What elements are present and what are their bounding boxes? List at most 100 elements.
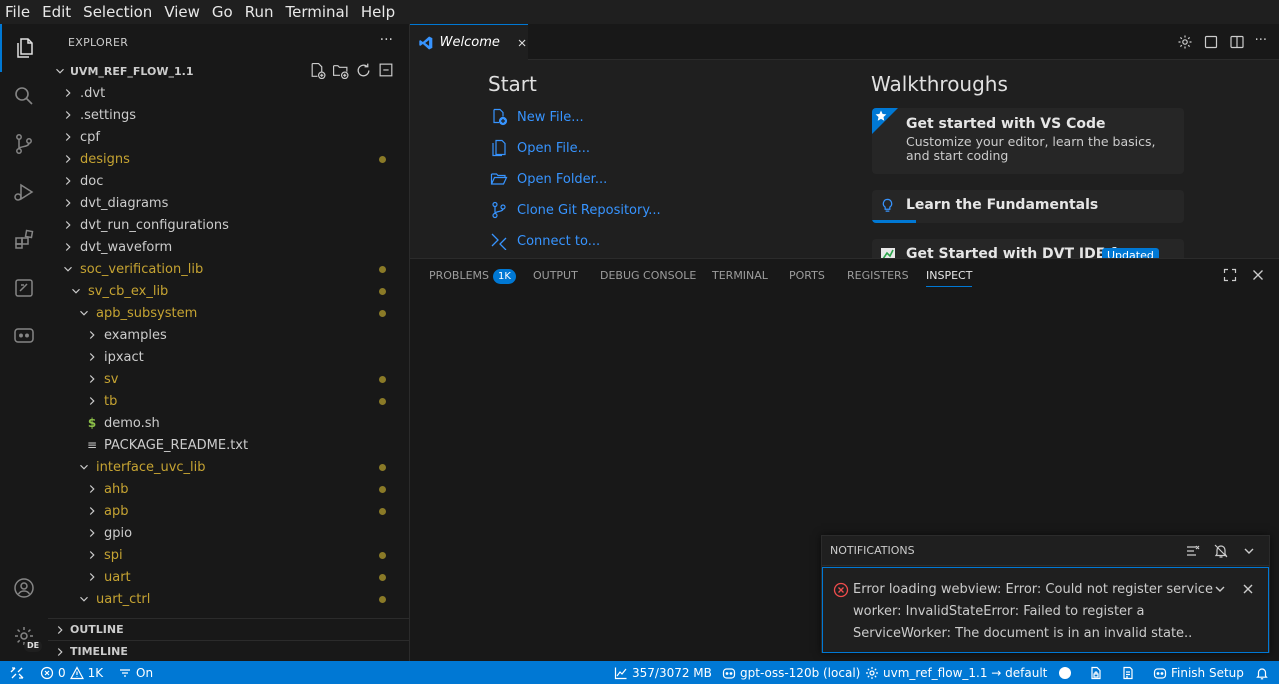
close-icon[interactable] <box>1240 581 1256 597</box>
chevron-down-icon[interactable] <box>1241 543 1257 559</box>
accounts-icon[interactable] <box>0 564 48 612</box>
finish-setup-button[interactable]: Finish Setup <box>1153 661 1244 684</box>
walkthrough-card-fundamentals[interactable]: Learn the Fundamentals <box>872 190 1184 223</box>
tree-folder[interactable]: dvt_diagrams <box>48 192 400 214</box>
remote-indicator[interactable] <box>10 661 24 684</box>
close-icon[interactable] <box>1251 268 1265 282</box>
menu-run[interactable]: Run <box>239 0 280 24</box>
connect-link[interactable]: Connect to... <box>490 230 600 252</box>
chevron-down-icon[interactable] <box>1212 581 1228 597</box>
outline-section[interactable]: OUTLINE <box>48 618 409 640</box>
tree-folder[interactable]: designs <box>48 148 400 170</box>
tree-folder[interactable]: ahb <box>48 478 400 500</box>
tab-debug-console[interactable]: DEBUG CONSOLE <box>600 269 696 287</box>
walkthrough-title: Get Started with DVT IDE f <box>906 246 1117 258</box>
tree-folder[interactable]: apb_subsystem <box>48 302 400 324</box>
clear-all-icon[interactable] <box>1185 543 1201 559</box>
modified-dot <box>379 156 386 163</box>
extensions-icon[interactable] <box>0 216 48 264</box>
tab-problems[interactable]: PROBLEMS 1K <box>429 269 516 287</box>
menu-file[interactable]: File <box>0 0 36 24</box>
tree-folder[interactable]: .settings <box>48 104 400 126</box>
maximize-icon[interactable] <box>1223 268 1237 282</box>
tree-folder[interactable]: interface_uvc_lib <box>48 456 400 478</box>
tree-folder[interactable]: spi <box>48 544 400 566</box>
circle-toggle-icon <box>1059 666 1071 679</box>
tab-ports[interactable]: PORTS <box>789 269 825 287</box>
notification-error[interactable]: Error loading webview: Error: Could not … <box>822 567 1269 653</box>
tree-folder[interactable]: apb <box>48 500 400 522</box>
workspace-root[interactable]: UVM_REF_FLOW_1.1 <box>48 60 409 82</box>
new-file-link[interactable]: New File... <box>490 106 584 128</box>
tab-welcome[interactable]: Welcome <box>410 24 528 60</box>
collapse-all-icon[interactable] <box>378 62 395 79</box>
menu-help[interactable]: Help <box>355 0 401 24</box>
tab-output[interactable]: OUTPUT <box>533 269 578 287</box>
tree-folder[interactable]: soc_verification_lib <box>48 258 400 280</box>
memory-status[interactable]: 357/3072 MB <box>614 661 712 684</box>
split-editor-icon[interactable] <box>1229 34 1245 50</box>
tree-folder[interactable]: .dvt <box>48 82 400 104</box>
tree-folder[interactable]: dvt_waveform <box>48 236 400 258</box>
source-control-icon[interactable] <box>0 120 48 168</box>
notes-status[interactable] <box>1121 661 1135 684</box>
walkthrough-card-get-started[interactable]: Get started with VS Code Customize your … <box>872 108 1184 174</box>
tree-folder[interactable]: dvt_run_configurations <box>48 214 400 236</box>
notifications-bell[interactable] <box>1255 661 1269 684</box>
new-file-icon[interactable] <box>309 62 326 79</box>
lock-status[interactable] <box>1089 661 1103 684</box>
testing-icon[interactable] <box>0 264 48 312</box>
open-folder-icon <box>490 173 508 185</box>
open-file-label: Open File... <box>517 140 591 156</box>
tree-folder[interactable]: uart <box>48 566 400 588</box>
notifications-actions <box>1185 543 1257 559</box>
tree-folder[interactable]: examples <box>48 324 400 346</box>
chat-icon[interactable] <box>0 312 48 360</box>
error-icon <box>833 582 849 598</box>
chevron-right-icon <box>60 195 76 211</box>
tree-file[interactable]: $ demo.sh <box>48 412 400 434</box>
tree-folder[interactable]: uart_ctrl <box>48 588 400 610</box>
tree-folder[interactable]: sv_cb_ex_lib <box>48 280 400 302</box>
model-status[interactable]: gpt-oss-120b (local) <box>722 661 860 684</box>
more-actions-icon[interactable]: ··· <box>1255 34 1267 50</box>
gear-icon[interactable] <box>1177 34 1193 50</box>
refresh-icon[interactable] <box>355 62 372 79</box>
menu-go[interactable]: Go <box>206 0 239 24</box>
chevron-right-icon <box>60 151 76 167</box>
tree-folder[interactable]: doc <box>48 170 400 192</box>
warning-icon <box>69 665 84 679</box>
menu-selection[interactable]: Selection <box>77 0 158 24</box>
tab-registers[interactable]: REGISTERS <box>847 269 909 287</box>
open-folder-link[interactable]: Open Folder... <box>490 168 607 190</box>
new-folder-icon[interactable] <box>332 62 349 79</box>
close-icon[interactable] <box>516 36 528 50</box>
project-status[interactable]: uvm_ref_flow_1.1 → default <box>865 661 1047 684</box>
menu-terminal[interactable]: Terminal <box>280 0 355 24</box>
tab-terminal[interactable]: TERMINAL <box>712 269 768 287</box>
tree-folder[interactable]: cpf <box>48 126 400 148</box>
menu-view[interactable]: View <box>158 0 206 24</box>
more-actions-icon[interactable]: ··· <box>380 32 393 48</box>
bell-slash-icon[interactable] <box>1213 543 1229 559</box>
tab-inspect[interactable]: INSPECT <box>926 269 973 287</box>
search-icon[interactable] <box>0 72 48 120</box>
walkthrough-card-dvt[interactable]: Get Started with DVT IDE f Updated <box>872 239 1184 258</box>
toggle-layout-icon[interactable] <box>1203 34 1219 50</box>
tree-folder[interactable]: ipxact <box>48 346 400 368</box>
tree-folder[interactable]: tb <box>48 390 400 412</box>
problems-status[interactable]: 0 1K <box>40 661 103 684</box>
clone-repo-link[interactable]: Clone Git Repository... <box>490 199 661 221</box>
tree-folder[interactable]: gpio <box>48 522 400 544</box>
menu-edit[interactable]: Edit <box>36 0 77 24</box>
tree-folder[interactable]: sv <box>48 368 400 390</box>
toggle-status[interactable] <box>1058 661 1072 684</box>
run-debug-icon[interactable] <box>0 168 48 216</box>
tree-file[interactable]: ≡ PACKAGE_README.txt <box>48 434 400 456</box>
explorer-icon[interactable] <box>0 24 48 72</box>
notifications-header: NOTIFICATIONS <box>822 536 1269 566</box>
indent-status[interactable]: On <box>118 661 153 684</box>
timeline-section[interactable]: TIMELINE <box>48 640 409 662</box>
manage-gear-icon[interactable] <box>0 612 48 660</box>
open-file-link[interactable]: Open File... <box>490 137 590 159</box>
